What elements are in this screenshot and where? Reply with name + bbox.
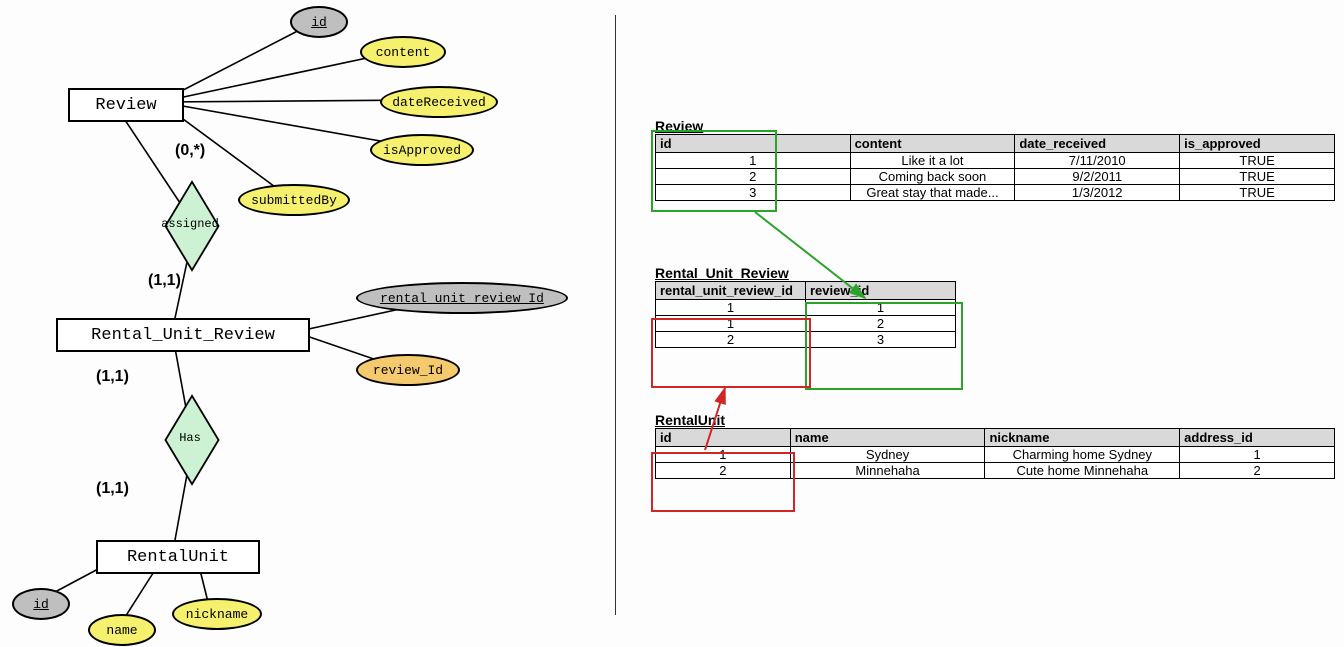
table-cell: Coming back soon bbox=[850, 169, 1015, 185]
table-cell: 3 bbox=[656, 185, 851, 201]
cardinality-1-1-b: (1,1) bbox=[96, 368, 129, 386]
attr-label: dateReceived bbox=[392, 95, 486, 110]
table-rentalunit: idnamenicknameaddress_id1SydneyCharming … bbox=[655, 428, 1335, 479]
attr-label: nickname bbox=[186, 607, 248, 622]
table-rental-unit-review: rental_unit_review_idreview_id111223 bbox=[655, 281, 956, 348]
column-header: date_received bbox=[1015, 135, 1180, 153]
attr-review-id: id bbox=[290, 6, 348, 38]
attr-ru-id: id bbox=[12, 588, 70, 620]
table-cell: Charming home Sydney bbox=[985, 447, 1180, 463]
er-diagram-panel: Review id content dateReceived isApprove… bbox=[0, 0, 600, 647]
table-cell: TRUE bbox=[1180, 153, 1335, 169]
rel-has: Has bbox=[150, 414, 230, 464]
tables-panel: Review idcontentdate_receivedis_approved… bbox=[655, 118, 1335, 509]
attr-review-fk: review_Id bbox=[356, 354, 460, 386]
attr-label: rental_unit_review_Id bbox=[380, 291, 544, 306]
column-header: content bbox=[850, 135, 1015, 153]
table-cell: 1 bbox=[656, 153, 851, 169]
attr-datereceived: dateReceived bbox=[380, 86, 498, 118]
table-row: 2MinnehahaCute home Minnehaha2 bbox=[656, 463, 1335, 479]
attr-label: name bbox=[106, 623, 137, 638]
entity-rentalunit: RentalUnit bbox=[96, 540, 260, 574]
column-header: id bbox=[656, 429, 791, 447]
table-row: 23 bbox=[656, 332, 956, 348]
table-cell: Cute home Minnehaha bbox=[985, 463, 1180, 479]
rel-label: assigned bbox=[150, 217, 230, 231]
table-cell: 2 bbox=[656, 169, 851, 185]
rel-assigned: assigned bbox=[150, 200, 230, 250]
column-header: address_id bbox=[1180, 429, 1335, 447]
column-header: rental_unit_review_id bbox=[656, 282, 806, 300]
attr-rur-id: rental_unit_review_Id bbox=[356, 282, 568, 314]
table-cell: TRUE bbox=[1180, 169, 1335, 185]
table-row: 3Great stay that made...1/3/2012TRUE bbox=[656, 185, 1335, 201]
table-cell: 1 bbox=[656, 300, 806, 316]
table-cell: TRUE bbox=[1180, 185, 1335, 201]
attr-label: isApproved bbox=[383, 143, 461, 158]
column-header: is_approved bbox=[1180, 135, 1335, 153]
table-row: 2Coming back soon9/2/2011TRUE bbox=[656, 169, 1335, 185]
attr-ru-nickname: nickname bbox=[172, 598, 262, 630]
table-title-rur: Rental_Unit_Review bbox=[655, 265, 1335, 281]
table-cell: 3 bbox=[806, 332, 956, 348]
table-cell: 2 bbox=[806, 316, 956, 332]
table-cell: Minnehaha bbox=[790, 463, 985, 479]
attr-label: submittedBy bbox=[251, 193, 337, 208]
table-title-review: Review bbox=[655, 118, 1335, 134]
attr-isapproved: isApproved bbox=[370, 134, 474, 166]
attr-label: review_Id bbox=[373, 363, 443, 378]
entity-review: Review bbox=[68, 88, 184, 122]
table-cell: 2 bbox=[1180, 463, 1335, 479]
table-cell: Like it a lot bbox=[850, 153, 1015, 169]
column-header: id bbox=[656, 135, 851, 153]
entity-label: RentalUnit bbox=[127, 548, 229, 567]
table-cell: Sydney bbox=[790, 447, 985, 463]
attr-submittedby: submittedBy bbox=[238, 184, 350, 216]
table-cell: 1 bbox=[1180, 447, 1335, 463]
table-row: 11 bbox=[656, 300, 956, 316]
attr-label: id bbox=[33, 597, 49, 612]
table-cell: 7/11/2010 bbox=[1015, 153, 1180, 169]
table-row: 1Like it a lot7/11/2010TRUE bbox=[656, 153, 1335, 169]
attr-content: content bbox=[360, 36, 446, 68]
column-header: name bbox=[790, 429, 985, 447]
cardinality-1-1-a: (1,1) bbox=[148, 272, 181, 290]
table-row: 1SydneyCharming home Sydney1 bbox=[656, 447, 1335, 463]
entity-label: Review bbox=[95, 96, 156, 115]
vertical-divider bbox=[615, 15, 616, 615]
table-cell: 1 bbox=[656, 316, 806, 332]
table-cell: 2 bbox=[656, 332, 806, 348]
table-cell: 1/3/2012 bbox=[1015, 185, 1180, 201]
column-header: review_id bbox=[806, 282, 956, 300]
attr-label: id bbox=[311, 15, 327, 30]
rel-label: Has bbox=[150, 431, 230, 445]
table-cell: 9/2/2011 bbox=[1015, 169, 1180, 185]
attr-label: content bbox=[376, 45, 431, 60]
cardinality-0-star: (0,*) bbox=[175, 142, 205, 160]
table-title-rentalunit: RentalUnit bbox=[655, 412, 1335, 428]
entity-rental-unit-review: Rental_Unit_Review bbox=[56, 318, 310, 352]
column-header: nickname bbox=[985, 429, 1180, 447]
table-review: idcontentdate_receivedis_approved1Like i… bbox=[655, 134, 1335, 201]
table-cell: 2 bbox=[656, 463, 791, 479]
entity-label: Rental_Unit_Review bbox=[91, 326, 275, 345]
table-cell: Great stay that made... bbox=[850, 185, 1015, 201]
cardinality-1-1-c: (1,1) bbox=[96, 480, 129, 498]
table-cell: 1 bbox=[806, 300, 956, 316]
table-row: 12 bbox=[656, 316, 956, 332]
table-cell: 1 bbox=[656, 447, 791, 463]
attr-ru-name: name bbox=[88, 614, 156, 646]
